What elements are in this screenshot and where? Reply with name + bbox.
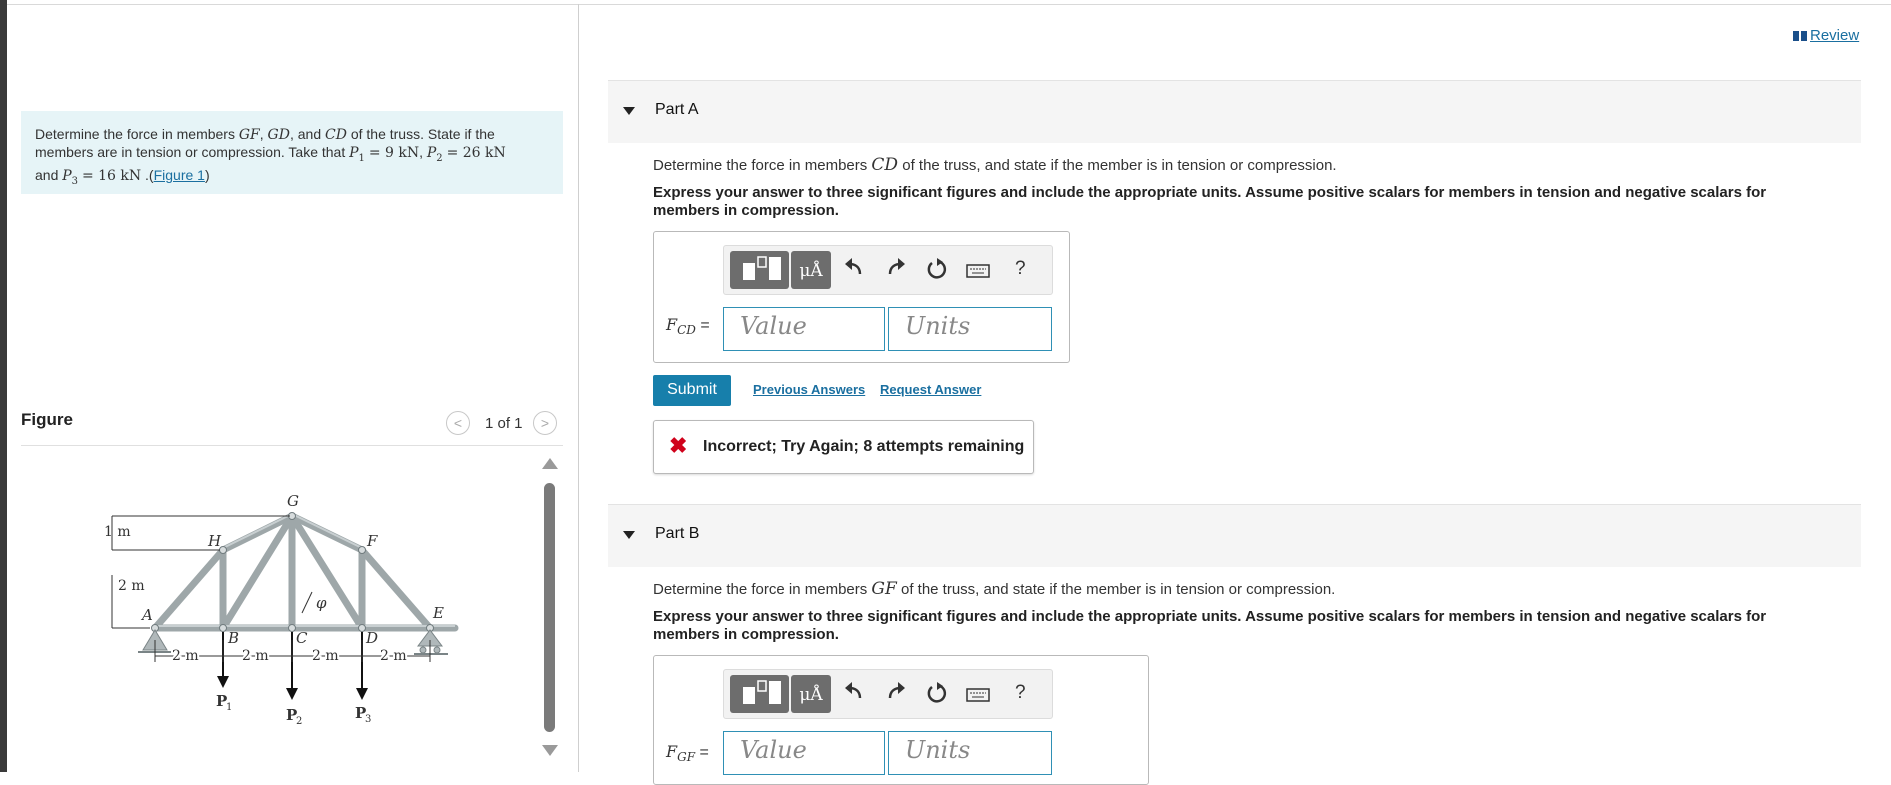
error-x-icon: ✖ (669, 433, 688, 458)
roller-support-e (414, 629, 448, 655)
part-b-answer-box: μÅ ? FGF = Value Units (653, 655, 1149, 785)
keyboard-icon[interactable] (965, 680, 991, 708)
part-b-instructions: Express your answer to three significant… (653, 608, 1767, 643)
feedback-message: ✖ Incorrect; Try Again; 8 attempts remai… (653, 420, 1034, 474)
feedback-text: Incorrect; Try Again; 8 attempts remaini… (703, 438, 1025, 455)
svg-text:3: 3 (365, 714, 371, 725)
figure-next-button[interactable]: > (533, 411, 557, 435)
truss-members (151, 512, 459, 632)
part-a-variable-label: FCD = (666, 315, 710, 338)
undo-icon[interactable] (841, 256, 867, 284)
problem-line-2: members are in tension or compression. T… (35, 144, 506, 164)
dim-span-4: 2 m (380, 648, 407, 664)
part-b-header[interactable]: Part B (608, 504, 1861, 567)
figure-link[interactable]: Figure 1 (154, 167, 205, 183)
label-e: E (432, 604, 444, 622)
part-a-header[interactable]: Part A (608, 80, 1861, 143)
units-icon[interactable]: μÅ (791, 675, 831, 713)
previous-answers-link[interactable]: Previous Answers (753, 382, 865, 397)
dim-span-3: 2 m (312, 648, 339, 664)
label-b: B (227, 629, 239, 647)
submit-button[interactable]: Submit (653, 375, 731, 406)
problem-line-3: and P3 = 16 kN .(Figure 1) (35, 166, 210, 187)
label-phi: φ (316, 594, 327, 612)
help-icon[interactable]: ? (1015, 682, 1026, 704)
scroll-thumb[interactable] (544, 483, 555, 732)
top-border (7, 4, 1891, 5)
truss-figure: G H F E A B C D φ 1 m 2 m 2 m 2 m 2 m 2 … (104, 492, 459, 727)
part-a-member: CD (871, 155, 899, 175)
member-gd: GD (267, 127, 290, 143)
review-link[interactable]: Review (1793, 27, 1859, 44)
figure-title: Figure (21, 410, 73, 429)
part-b-math-toolbar: μÅ ? (723, 669, 1053, 719)
chevron-left-icon: < (453, 415, 463, 431)
column-divider (578, 4, 579, 772)
dim-1m: 1 m (104, 524, 131, 540)
part-b-title: Part B (655, 525, 700, 542)
label-d: D (365, 629, 378, 647)
scroll-down-arrow-icon[interactable] (542, 745, 558, 756)
undo-icon[interactable] (841, 680, 867, 708)
figure-scrollbar[interactable] (542, 458, 558, 758)
dim-2m: 2 m (118, 578, 145, 594)
request-answer-link[interactable]: Request Answer (880, 382, 981, 397)
figure-header: Figure < 1 of 1 > (21, 410, 563, 440)
redo-icon[interactable] (883, 256, 909, 284)
label-c: C (296, 629, 308, 647)
label-h: H (207, 532, 222, 550)
part-b-member: GF (871, 579, 897, 599)
part-b-units-input[interactable]: Units (888, 731, 1052, 775)
part-b-value-input[interactable]: Value (723, 731, 885, 775)
book-icon (1793, 31, 1807, 42)
part-b-variable-label: FGF = (666, 742, 709, 765)
reset-icon[interactable] (923, 256, 949, 284)
templates-icon[interactable] (730, 675, 789, 713)
part-a-question: Determine the force in members CD of the… (653, 155, 1337, 175)
figure-separator (21, 445, 563, 446)
label-f: F (366, 532, 378, 550)
svg-text:1: 1 (226, 702, 232, 713)
part-a-title: Part A (655, 101, 699, 118)
caret-down-icon[interactable] (623, 531, 635, 539)
figure-counter: 1 of 1 (485, 415, 523, 432)
part-a-math-toolbar: μÅ ? (723, 245, 1053, 295)
figure-prev-button[interactable]: < (446, 411, 470, 435)
load-p2-value: = 26 kN (446, 145, 506, 161)
redo-icon[interactable] (883, 680, 909, 708)
templates-icon[interactable] (730, 251, 789, 289)
problem-statement: Determine the force in members GF, GD, a… (21, 111, 563, 194)
units-icon[interactable]: μÅ (791, 251, 831, 289)
load-p1-value: = 9 kN (368, 145, 420, 161)
part-b-question: Determine the force in members GF of the… (653, 579, 1336, 599)
keyboard-icon[interactable] (965, 256, 991, 284)
svg-text:2: 2 (296, 716, 302, 727)
member-gf: GF (238, 127, 260, 143)
part-a-units-input[interactable]: Units (888, 307, 1052, 351)
member-cd: CD (325, 127, 347, 143)
help-icon[interactable]: ? (1015, 258, 1026, 280)
label-g: G (287, 492, 299, 510)
label-a: A (140, 606, 153, 624)
scroll-up-arrow-icon[interactable] (542, 458, 558, 469)
part-a-answer-box: μÅ ? FCD = Value Units (653, 231, 1070, 363)
problem-line-1: Determine the force in members GF, GD, a… (35, 126, 495, 143)
reset-icon[interactable] (923, 680, 949, 708)
part-a-instructions: Express your answer to three significant… (653, 184, 1767, 219)
load-p3-value: = 16 kN (81, 167, 142, 184)
dim-span-1: 2 m (172, 648, 199, 664)
chevron-right-icon: > (540, 415, 550, 431)
left-edge-bar (0, 0, 7, 772)
caret-down-icon[interactable] (623, 107, 635, 115)
dim-span-2: 2 m (242, 648, 269, 664)
part-a-value-input[interactable]: Value (723, 307, 885, 351)
